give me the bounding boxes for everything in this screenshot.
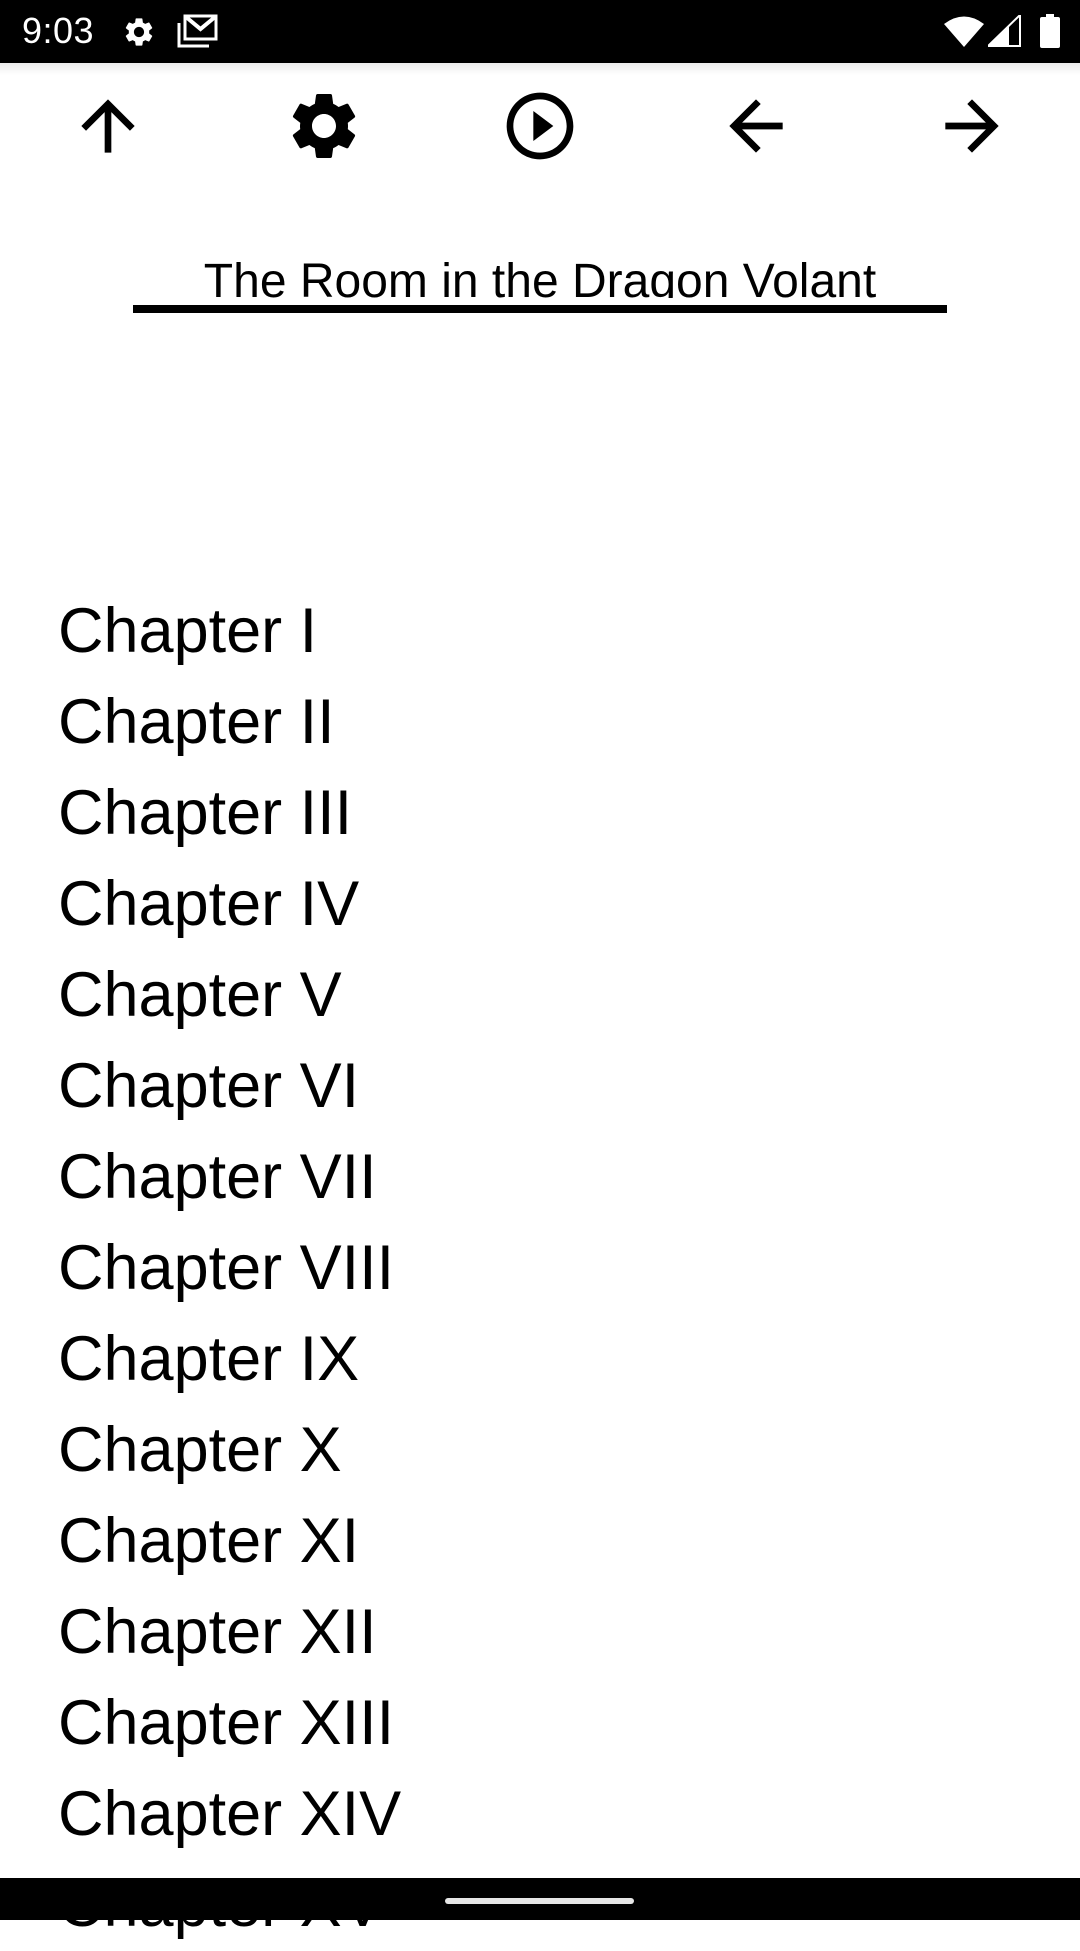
status-time: 9:03 [22,10,95,51]
reader-toolbar [0,63,1080,193]
title-underline [133,305,947,313]
gear-icon [284,86,364,171]
play-button[interactable] [500,88,580,168]
chapter-link[interactable]: Chapter IX [58,1314,401,1405]
settings-icon [122,15,156,54]
chapter-link[interactable]: Chapter II [58,677,401,768]
chapter-link[interactable]: Chapter X [58,1405,401,1496]
chapter-list: Chapter I Chapter II Chapter III Chapter… [58,586,401,1951]
next-button[interactable] [932,88,1012,168]
play-circle-icon [500,86,580,171]
book-title-container: The Room in the Dragon Volant [133,250,947,298]
chapter-link[interactable]: Chapter VIII [58,1223,401,1314]
wifi-icon [944,15,984,52]
chapter-link[interactable]: Chapter III [58,768,401,859]
battery-icon [1040,14,1060,53]
arrow-right-icon [932,86,1012,171]
chapter-link[interactable]: Chapter XIV [58,1769,401,1860]
system-navigation-bar [0,1878,1080,1920]
up-button[interactable] [68,88,148,168]
previous-button[interactable] [716,88,796,168]
chapter-link[interactable]: Chapter IV [58,859,401,950]
status-bar: 9:03 [0,0,1080,63]
arrow-left-icon [716,86,796,171]
chapter-link[interactable]: Chapter XI [58,1496,401,1587]
chapter-link[interactable]: Chapter VII [58,1132,401,1223]
chapter-link[interactable]: Chapter V [58,950,401,1041]
chapter-link[interactable]: Chapter I [58,586,401,677]
chapter-link[interactable]: Chapter XII [58,1587,401,1678]
cellular-signal-icon [985,12,1022,52]
book-title: The Room in the Dragon Volant [203,255,877,298]
chapter-link[interactable]: Chapter XIII [58,1678,401,1769]
settings-button[interactable] [284,88,364,168]
home-gesture-handle[interactable] [445,1898,634,1904]
gmail-icon [176,14,218,53]
chapter-link[interactable]: Chapter VI [58,1041,401,1132]
arrow-up-icon [68,86,148,171]
